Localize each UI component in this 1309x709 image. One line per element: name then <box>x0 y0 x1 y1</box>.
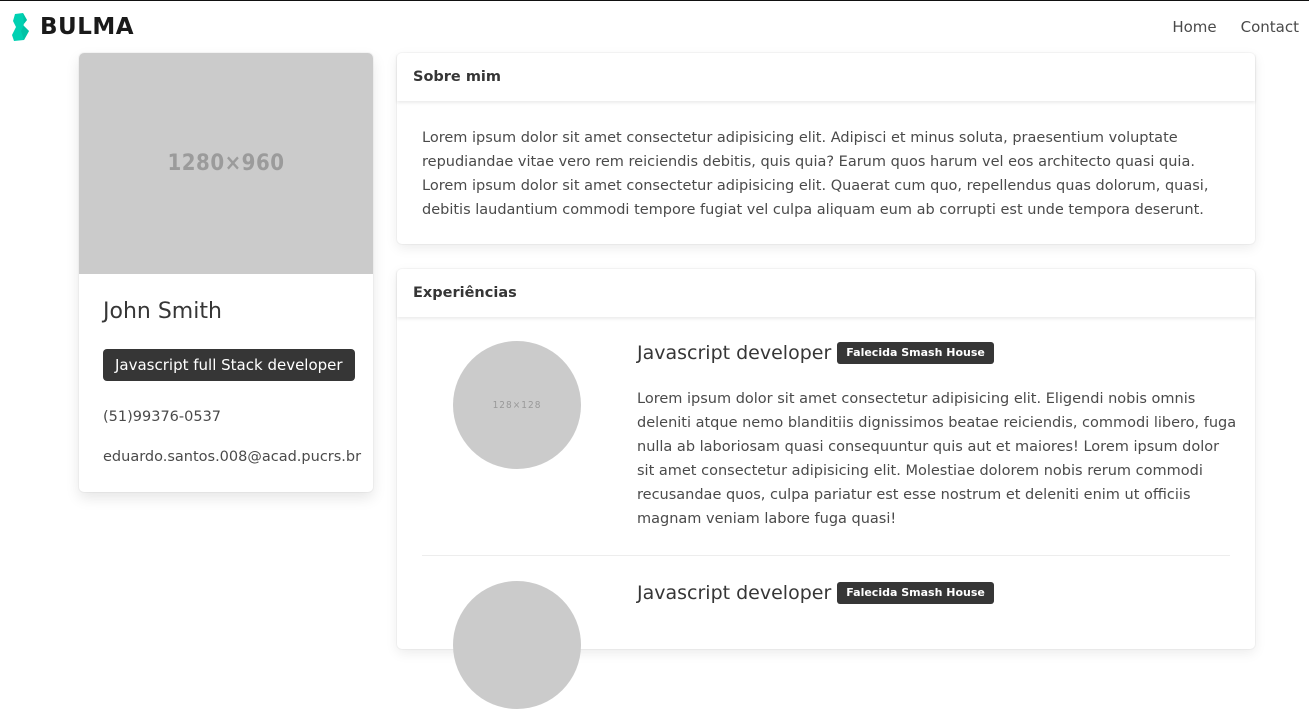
experience-title-row: Javascript developer Falecida Smash Hous… <box>637 582 994 604</box>
experience-description: Lorem ipsum dolor sit amet consectetur a… <box>637 391 1237 527</box>
experience-company-badge: Falecida Smash House <box>837 582 994 604</box>
nav-link-contact[interactable]: Contact <box>1241 18 1299 36</box>
experience-avatar-placeholder-text: 128×128 <box>492 399 542 411</box>
about-card: Sobre mim Lorem ipsum dolor sit amet con… <box>397 53 1255 244</box>
profile-image-placeholder-text: 1280×960 <box>167 151 285 176</box>
brand-name: BULMA <box>40 14 135 40</box>
experience-company-badge: Falecida Smash House <box>837 342 994 364</box>
experience-title: Javascript developer <box>637 582 832 604</box>
profile-email: eduardo.santos.008@acad.pucrs.br <box>103 449 362 465</box>
experiences-card: Experiências 128×128 Javascript develope… <box>397 269 1255 709</box>
brand[interactable]: BULMA <box>12 13 134 41</box>
about-card-header: Sobre mim <box>397 53 1255 101</box>
experiences-card-title: Experiências <box>413 285 517 301</box>
experience-avatar: 128×128 <box>453 341 581 469</box>
nav-link-home[interactable]: Home <box>1172 18 1216 36</box>
experience-title-row: Javascript developer Falecida Smash Hous… <box>637 342 994 364</box>
profile-role-tag: Javascript full Stack developer <box>103 349 355 381</box>
profile-name: John Smith <box>103 299 222 324</box>
experience-divider <box>422 555 1230 556</box>
about-text: Lorem ipsum dolor sit amet consectetur a… <box>422 130 1209 218</box>
bulma-logo-icon <box>12 13 29 41</box>
experiences-card-header: Experiências <box>397 269 1255 317</box>
profile-image: 1280×960 <box>79 53 373 274</box>
navbar: BULMA Home Contact <box>0 1 1309 53</box>
experience-title: Javascript developer <box>637 342 832 364</box>
navbar-menu: Home Contact <box>1172 18 1299 36</box>
profile-phone: (51)99376-0537 <box>103 409 222 425</box>
experience-avatar <box>453 581 581 709</box>
profile-card: 1280×960 John Smith Javascript full Stac… <box>79 53 373 492</box>
about-card-title: Sobre mim <box>413 69 502 85</box>
